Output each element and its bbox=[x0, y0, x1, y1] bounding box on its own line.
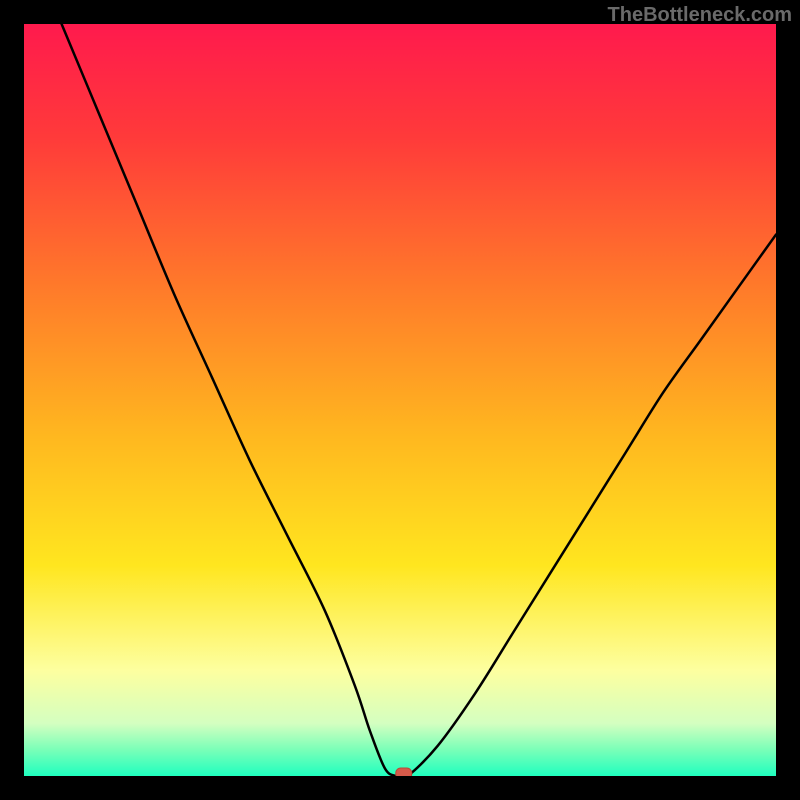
plot-area bbox=[24, 24, 776, 776]
chart-container: TheBottleneck.com bbox=[0, 0, 800, 800]
minimum-marker bbox=[396, 768, 412, 776]
gradient-background bbox=[24, 24, 776, 776]
